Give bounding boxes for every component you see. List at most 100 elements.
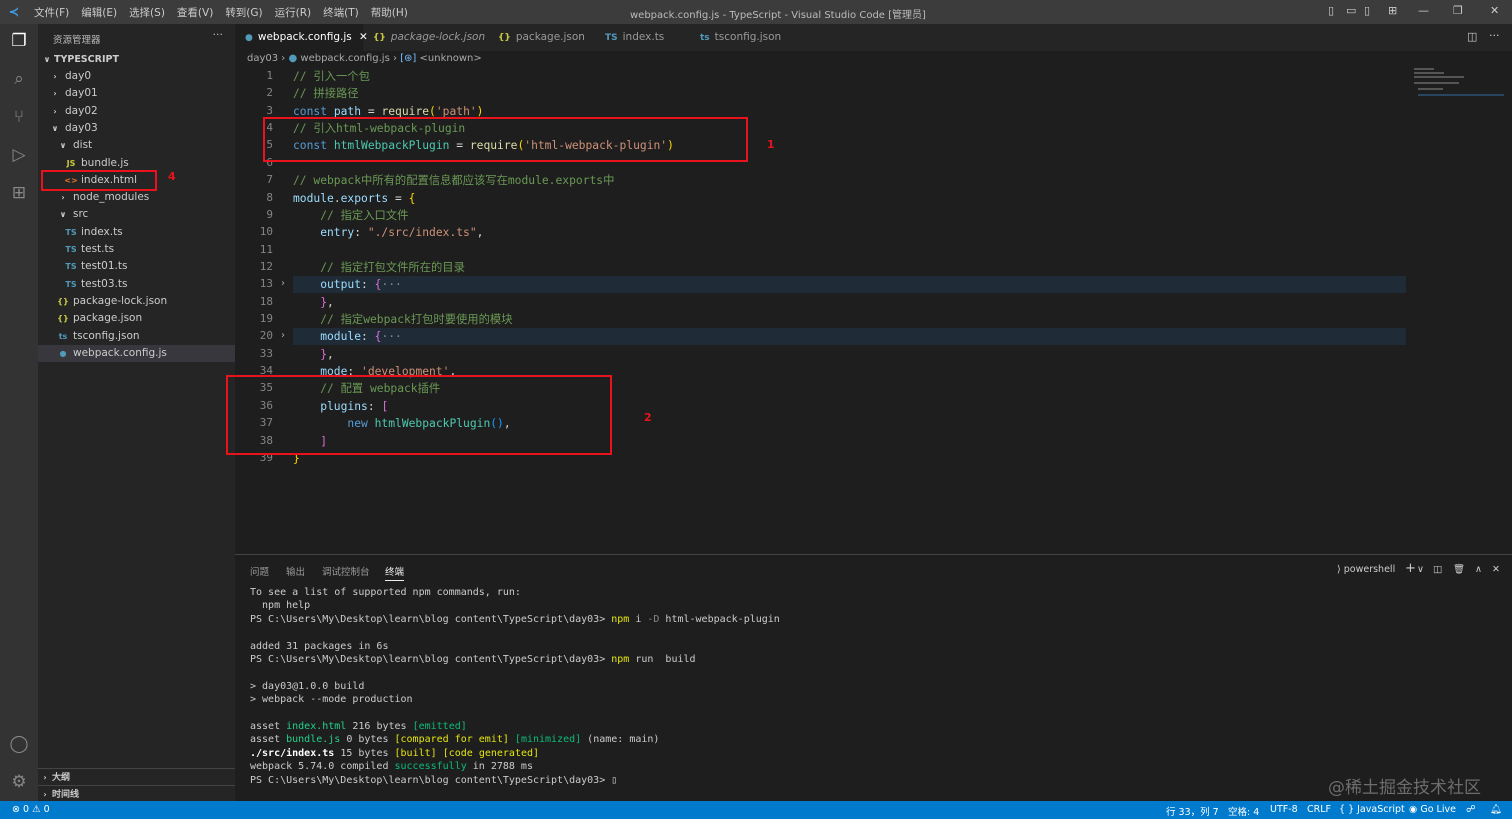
more-actions-icon[interactable]: ··· bbox=[213, 28, 224, 41]
encoding[interactable]: UTF-8 bbox=[1270, 804, 1298, 815]
tree-item[interactable]: ts tsconfig.json bbox=[38, 328, 235, 345]
fold-chevron-icon[interactable]: › bbox=[281, 330, 285, 341]
code-line[interactable]: // webpack中所有的配置信息都应该写在module.exports中 bbox=[293, 172, 614, 189]
tsconfig-file-icon: ts bbox=[700, 33, 710, 43]
toggle-panel-icon[interactable]: ▭ bbox=[1346, 4, 1356, 17]
feedback-icon[interactable]: ☍ bbox=[1466, 804, 1476, 815]
tree-item[interactable]: › day01 bbox=[38, 85, 235, 102]
tab-debug-console[interactable]: 调试控制台 bbox=[322, 564, 370, 578]
menu-bar: 文件(F) 编辑(E) 选择(S) 查看(V) 转到(G) 运行(R) 终端(T) 帮助(H) bbox=[28, 5, 414, 20]
indentation[interactable]: 空格: 4 bbox=[1228, 804, 1259, 818]
line-number: 3 bbox=[266, 103, 273, 117]
tree-item[interactable]: TS index.ts bbox=[38, 224, 235, 241]
menu-item[interactable]: 文件(F) bbox=[28, 5, 75, 20]
customize-layout-icon[interactable]: ⊞ bbox=[1388, 4, 1397, 17]
terminal-shell-selector[interactable]: ⟩ powershell bbox=[1337, 564, 1395, 575]
language-mode[interactable]: { } JavaScript bbox=[1339, 804, 1405, 815]
code-line[interactable]: entry: "./src/index.ts", bbox=[293, 224, 483, 241]
code-line[interactable]: // 指定打包文件所在的目录 bbox=[293, 259, 465, 276]
source-control-icon[interactable]: ⑂ bbox=[8, 106, 30, 128]
account-icon[interactable]: ◯ bbox=[8, 733, 30, 755]
new-terminal-icon[interactable]: + bbox=[1405, 561, 1416, 576]
tree-item[interactable]: ∨ src bbox=[38, 206, 235, 223]
tab-label: tsconfig.json bbox=[714, 31, 782, 43]
chevron-down-icon[interactable]: ∨ bbox=[1417, 564, 1424, 575]
menu-item[interactable]: 编辑(E) bbox=[75, 5, 123, 20]
go-live-button[interactable]: ◉ Go Live bbox=[1409, 804, 1456, 815]
minimap[interactable] bbox=[1412, 66, 1504, 106]
tree-item[interactable]: ∨ day03 bbox=[38, 120, 235, 137]
code-line[interactable]: output: {··· bbox=[293, 276, 402, 293]
annotation-box-4 bbox=[41, 170, 157, 191]
split-editor-icon[interactable]: ◫ bbox=[1467, 30, 1477, 43]
code-line[interactable]: module.exports = { bbox=[293, 190, 415, 207]
cursor-position[interactable]: 行 33，列 7 bbox=[1166, 804, 1219, 818]
code-line[interactable]: }, bbox=[293, 346, 334, 363]
tree-item[interactable]: › day02 bbox=[38, 103, 235, 120]
tab-webpack-config-js[interactable]: ● webpack.config.js ✕ bbox=[235, 24, 368, 51]
code-line[interactable]: // 引入一个包 bbox=[293, 68, 370, 85]
extensions-icon[interactable]: ⊞ bbox=[8, 182, 30, 204]
problems-indicator[interactable]: ⊗ 0 ⚠ 0 bbox=[12, 804, 50, 815]
tab-problems[interactable]: 问题 bbox=[250, 564, 269, 578]
menu-item[interactable]: 帮助(H) bbox=[365, 5, 414, 20]
search-icon[interactable]: ⌕ bbox=[8, 68, 30, 90]
tab-output[interactable]: 输出 bbox=[286, 564, 305, 578]
tree-item[interactable]: {} package.json bbox=[38, 310, 235, 327]
terminal-text: added 31 packages in 6s bbox=[250, 640, 389, 652]
breadcrumb-folder[interactable]: day03 bbox=[247, 53, 278, 64]
outline-section[interactable]: › 大纲 bbox=[38, 768, 235, 785]
explorer-icon[interactable]: ❐ bbox=[8, 30, 30, 52]
minimize-button[interactable]: — bbox=[1418, 4, 1429, 17]
line-ending[interactable]: CRLF bbox=[1307, 804, 1331, 815]
fold-chevron-icon[interactable]: › bbox=[281, 278, 285, 289]
tree-item[interactable]: JS bundle.js bbox=[38, 155, 235, 172]
json-file-icon: {} bbox=[57, 314, 69, 324]
code-line[interactable]: }, bbox=[293, 294, 334, 311]
terminal-text: [code generated] bbox=[442, 747, 540, 759]
menu-item[interactable]: 查看(V) bbox=[171, 5, 219, 20]
tree-item[interactable]: ● webpack.config.js bbox=[38, 344, 235, 362]
webpack-file-icon: ● bbox=[288, 53, 298, 64]
tree-item-label: test03.ts bbox=[81, 277, 128, 290]
tree-item[interactable]: {} package-lock.json bbox=[38, 293, 235, 310]
split-terminal-icon[interactable]: ◫ bbox=[1433, 564, 1442, 575]
bell-icon[interactable]: 🔔︎ bbox=[1490, 804, 1502, 815]
tab-tsconfig-json[interactable]: ts tsconfig.json bbox=[690, 24, 800, 51]
menu-item[interactable]: 选择(S) bbox=[123, 5, 171, 20]
run-debug-icon[interactable]: ▷ bbox=[8, 144, 30, 166]
code-token: module bbox=[293, 191, 334, 205]
tab-package-json[interactable]: {} package.json bbox=[488, 24, 595, 51]
tree-item[interactable]: TS test01.ts bbox=[38, 258, 235, 275]
code-line[interactable]: // 指定webpack打包时要使用的模块 bbox=[293, 311, 512, 328]
trash-icon[interactable]: 🗑 bbox=[1453, 564, 1465, 575]
menu-item[interactable]: 运行(R) bbox=[269, 5, 318, 20]
toggle-secondary-sidebar-icon[interactable]: ▯ bbox=[1364, 4, 1370, 17]
maximize-panel-icon[interactable]: ∧ bbox=[1475, 564, 1482, 575]
tree-item[interactable]: › node_modules bbox=[38, 189, 235, 206]
tab-terminal[interactable]: 终端 bbox=[385, 564, 405, 581]
code-line[interactable]: // 指定入口文件 bbox=[293, 207, 408, 224]
tab-package-lock-json[interactable]: {} package-lock.json bbox=[363, 24, 488, 51]
tree-item[interactable]: ∨ dist bbox=[38, 137, 235, 154]
tree-item[interactable]: TS test03.ts bbox=[38, 276, 235, 293]
menu-item[interactable]: 终端(T) bbox=[317, 5, 365, 20]
timeline-section[interactable]: › 时间线 bbox=[38, 785, 235, 802]
breadcrumb-symbol[interactable]: <unknown> bbox=[420, 53, 482, 64]
tree-item[interactable]: TS test.ts bbox=[38, 241, 235, 258]
breadcrumb-file[interactable]: webpack.config.js bbox=[300, 53, 389, 64]
json-file-icon: {} bbox=[498, 33, 511, 43]
editor-more-icon[interactable]: ··· bbox=[1489, 29, 1500, 42]
code-line[interactable]: // 拼接路径 bbox=[293, 85, 359, 102]
code-line[interactable]: module: {··· bbox=[293, 328, 402, 345]
menu-item[interactable]: 转到(G) bbox=[219, 5, 268, 20]
gear-icon[interactable]: ⚙ bbox=[8, 771, 30, 793]
toggle-sidebar-icon[interactable]: ▯ bbox=[1328, 4, 1334, 17]
close-window-button[interactable]: ✕ bbox=[1490, 4, 1499, 17]
tree-item[interactable]: › day0 bbox=[38, 68, 235, 85]
code-token: // 指定入口文件 bbox=[293, 208, 409, 222]
close-panel-icon[interactable]: ✕ bbox=[1492, 564, 1500, 575]
restore-button[interactable]: ❐ bbox=[1453, 4, 1463, 17]
workspace-section-header[interactable]: ∨ TYPESCRIPT bbox=[38, 51, 235, 68]
tab-index-ts[interactable]: TS index.ts bbox=[595, 24, 690, 51]
